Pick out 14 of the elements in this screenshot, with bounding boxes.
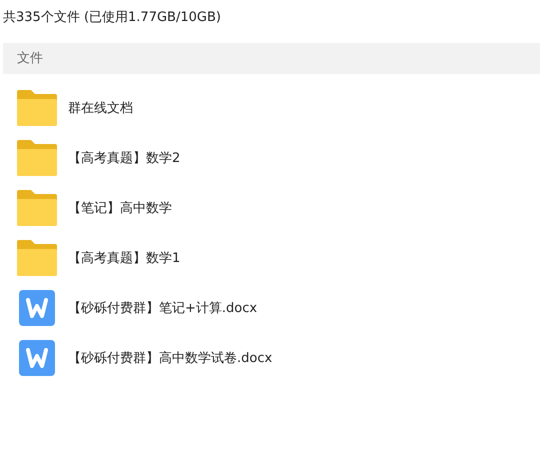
list-header: 文件 xyxy=(3,43,540,74)
folder-icon xyxy=(17,90,57,126)
folder-icon xyxy=(17,190,57,226)
file-name[interactable]: 【笔记】高中数学 xyxy=(68,199,172,217)
folder-icon xyxy=(17,240,57,276)
document-icon xyxy=(17,290,57,326)
file-name[interactable]: 群在线文档 xyxy=(68,99,133,117)
file-name[interactable]: 【砂砾付费群】笔记+计算.docx xyxy=(68,299,258,317)
file-name[interactable]: 【高考真题】数学2 xyxy=(68,149,180,167)
file-name[interactable]: 【高考真题】数学1 xyxy=(68,249,180,267)
file-name[interactable]: 【砂砾付费群】高中数学试卷.docx xyxy=(68,349,272,367)
document-icon xyxy=(17,340,57,376)
folder-icon xyxy=(17,140,57,176)
storage-summary: 共335个文件 (已使用1.77GB/10GB) xyxy=(2,9,222,27)
